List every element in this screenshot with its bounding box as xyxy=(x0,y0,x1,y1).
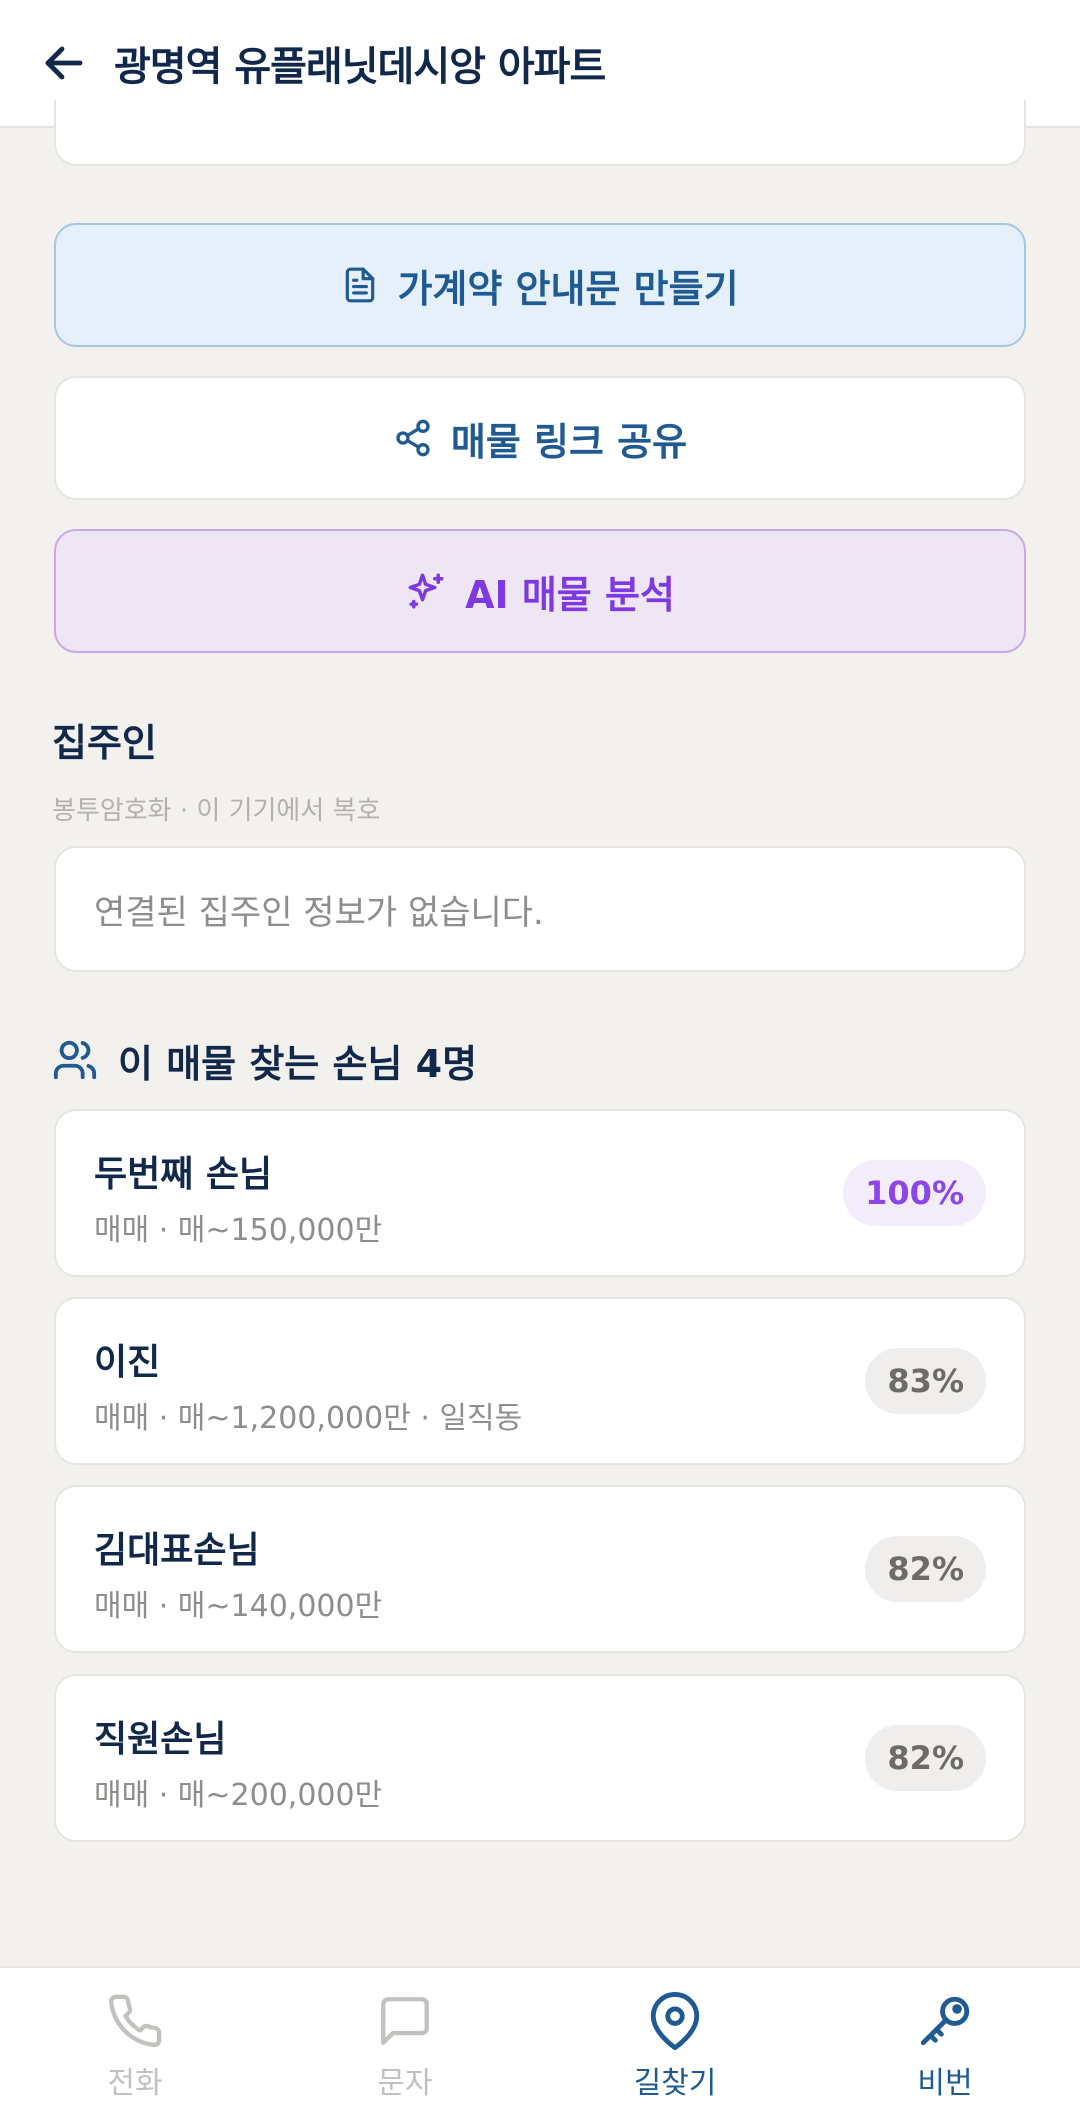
create-contract-notice-button[interactable]: 가계약 안내문 만들기 xyxy=(54,223,1026,347)
nav-call[interactable]: 전화 xyxy=(0,1968,270,2123)
landlord-empty-card: 연결된 집주인 정보가 없습니다. xyxy=(54,846,1026,972)
share-icon xyxy=(396,419,430,457)
previous-card xyxy=(54,100,1026,166)
customer-detail: 매매 · 매~150,000만 xyxy=(94,1213,383,1248)
share-link-label: 매물 링크 공유 xyxy=(450,419,688,464)
nav-password-label: 비번 xyxy=(917,2066,973,2101)
ai-analysis-button[interactable]: AI 매물 분석 xyxy=(54,529,1026,653)
customer-name: 이진 xyxy=(94,1342,161,1383)
landlord-empty-text: 연결된 집주인 정보가 없습니다. xyxy=(94,892,544,933)
customer-detail: 매매 · 매~200,000만 xyxy=(94,1778,383,1813)
nav-call-label: 전화 xyxy=(107,2066,163,2101)
ai-analysis-label: AI 매물 분석 xyxy=(465,572,675,617)
customer-card[interactable]: 이진 매매 · 매~1,200,000만 · 일직동 83% xyxy=(54,1297,1026,1465)
arrow-left-icon xyxy=(45,46,83,80)
back-button[interactable] xyxy=(32,31,96,95)
match-badge: 82% xyxy=(865,1536,986,1602)
match-badge: 83% xyxy=(865,1348,986,1414)
nav-directions-label: 길찾기 xyxy=(633,2066,717,2101)
customer-name: 김대표손님 xyxy=(94,1530,260,1571)
customer-card[interactable]: 김대표손님 매매 · 매~140,000만 82% xyxy=(54,1485,1026,1653)
map-pin-icon xyxy=(650,1992,700,2050)
nav-message[interactable]: 문자 xyxy=(270,1968,540,2123)
document-icon xyxy=(346,267,375,303)
customer-card[interactable]: 직원손님 매매 · 매~200,000만 82% xyxy=(54,1674,1026,1842)
customer-name: 두번째 손님 xyxy=(94,1154,273,1195)
landlord-section-title: 집주인 xyxy=(52,721,157,765)
landlord-section-subtitle: 봉투암호화 · 이 기기에서 복호 xyxy=(52,796,381,826)
users-icon xyxy=(53,1040,97,1080)
nav-message-label: 문자 xyxy=(377,2066,433,2101)
create-contract-notice-label: 가계약 안내문 만들기 xyxy=(397,266,739,311)
match-badge: 100% xyxy=(843,1160,986,1226)
message-icon xyxy=(381,1997,429,2045)
customer-card[interactable]: 두번째 손님 매매 · 매~150,000만 100% xyxy=(54,1109,1026,1277)
sparkles-icon xyxy=(408,573,444,609)
match-badge: 82% xyxy=(865,1725,986,1791)
phone-icon xyxy=(108,1994,162,2048)
customers-header: 이 매물 찾는 손님 4명 xyxy=(52,1032,477,1088)
share-link-button[interactable]: 매물 링크 공유 xyxy=(54,376,1026,500)
nav-directions[interactable]: 길찾기 xyxy=(540,1968,810,2123)
key-icon xyxy=(920,1996,970,2046)
customer-name: 직원손님 xyxy=(94,1719,227,1760)
bottom-nav: 전화 문자 길찾기 비번 xyxy=(0,1966,1080,2123)
nav-password[interactable]: 비번 xyxy=(810,1968,1080,2123)
customer-detail: 매매 · 매~1,200,000만 · 일직동 xyxy=(94,1401,523,1436)
page-title: 광명역 유플래닛데시앙 아파트 xyxy=(114,44,606,90)
customer-detail: 매매 · 매~140,000만 xyxy=(94,1589,383,1624)
customers-header-text: 이 매물 찾는 손님 4명 xyxy=(118,1041,478,1086)
